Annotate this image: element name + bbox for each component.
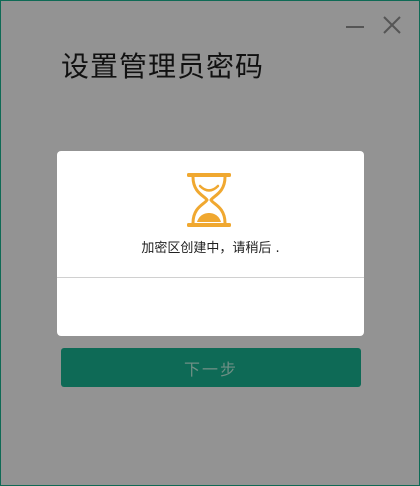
hourglass-icon <box>187 173 231 227</box>
close-button[interactable] <box>378 11 406 39</box>
status-text: 加密区创建中，请稍后 . <box>141 241 280 256</box>
page-title: 设置管理员密码 <box>61 50 265 83</box>
minimize-button[interactable] <box>341 11 369 39</box>
next-button[interactable]: 下一步 <box>61 348 361 387</box>
minimize-icon <box>346 26 364 28</box>
progress-dialog: 加密区创建中，请稍后 . <box>57 151 364 336</box>
dialog-divider <box>57 277 364 278</box>
app-window: 设置管理员密码 加密区创建中，请稍后 . 下一步 <box>0 0 420 486</box>
close-icon <box>383 16 401 34</box>
